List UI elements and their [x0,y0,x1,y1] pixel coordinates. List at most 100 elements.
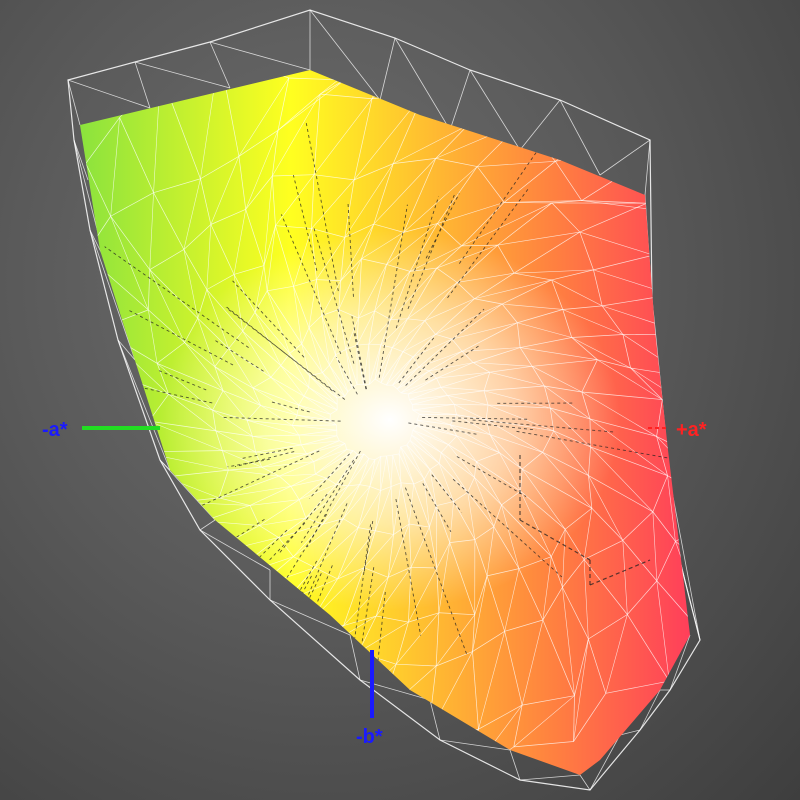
gamut-scene: -a* +a* -b* [0,9,791,791]
mesh-diag-edge [688,333,690,390]
mesh-ring-edge [107,438,119,475]
mesh-spoke-edge [688,376,690,390]
mesh-ring-edge [675,137,682,213]
mesh-spoke-edge [291,729,329,775]
mesh-spoke-edge [96,562,168,585]
mesh-spoke-edge [15,302,34,332]
mesh-ring-edge [763,442,775,492]
cage-strut [599,139,651,176]
mesh-ring-edge [178,501,204,522]
mesh-ring-edge [19,376,40,422]
mesh-ring-edge [92,328,100,367]
gamut-3d-viewport[interactable]: -a* +a* -b* [0,0,800,800]
neg-a-axis-label: -a* [42,419,68,441]
mesh-spoke-edge [522,79,576,122]
mesh-ring-edge [722,245,765,285]
mesh-spoke-edge [129,700,180,724]
mesh-spoke-edge [118,437,140,453]
mesh-ring-edge [80,644,82,692]
mesh-spoke-edge [190,711,232,733]
mesh-spoke-edge [667,475,690,512]
mesh-diag-edge [233,729,329,773]
mesh-hidden-edge [263,573,322,695]
mesh-diag-edge [328,663,397,731]
mesh-ring-edge [653,254,673,295]
mesh-ring-edge [465,28,522,52]
mesh-spoke-edge [321,625,344,650]
mesh-ring-edge [80,691,130,724]
mesh-spoke-edge [80,293,100,330]
mesh-ring-edge [257,586,285,603]
mesh-ring-edge [80,163,87,208]
mesh-spoke-edge [708,417,775,442]
mesh-spoke-edge [80,618,126,645]
cage-strut [209,41,231,89]
mesh-spoke-edge [377,664,397,718]
mesh-diag-edge [646,202,690,246]
mesh-spoke-edge [0,450,58,464]
mesh-ring-edge [92,366,115,405]
mesh-ring-edge [407,778,466,780]
mesh-ring-edge [244,639,277,666]
mesh-ring-edge [208,623,245,641]
mesh-diag-edge [190,699,288,733]
mesh-diag-edge [705,460,788,555]
mesh-spoke-edge [688,333,690,344]
mesh-diag-edge [34,257,37,332]
mesh-spoke-edge [728,511,787,555]
mesh-ring-edge [371,92,424,100]
mesh-spoke-edge [0,502,45,510]
mesh-spoke-edge [662,399,690,418]
mesh-diag-edge [671,294,690,344]
neg-b-axis-label: -b* [356,726,383,748]
mesh-spoke-edge [423,70,465,94]
mesh-diag-edge [129,711,232,724]
mesh-diag-edge [167,586,258,612]
cage-strut [644,139,651,196]
mesh-spoke-edge [108,473,165,478]
mesh-ring-edge [350,774,408,775]
mesh-ring-edge [284,601,312,621]
mesh-spoke-edge [126,501,180,507]
mesh-diag-edge [0,343,40,422]
mesh-spoke-edge [80,376,114,406]
cage-strut [579,774,591,791]
mesh-ring-edge [775,389,791,442]
mesh-ring-edge [15,257,38,302]
mesh-ring-edge [575,79,621,119]
mesh-ring-edge [45,510,63,551]
mesh-ring-edge [746,285,764,344]
cage-strut [349,634,361,681]
mesh-spoke-edge [328,652,359,731]
mesh-ring-edge [113,404,119,439]
mesh-diag-edge [286,651,359,700]
mesh-diag-edge [84,254,100,329]
mesh-ring-edge [234,771,292,775]
mesh-spoke-edge [125,610,168,620]
mesh-ring-edge [275,648,322,666]
mesh-spoke-edge [179,639,245,701]
mesh-ring-edge [402,28,465,29]
mesh-diag-edge [80,691,180,701]
mesh-spoke-edge [0,343,19,376]
cage-strut [379,37,396,101]
mesh-ring-edge [19,332,34,376]
mesh-hidden-edge [230,575,312,730]
mesh-spoke-edge [80,658,150,692]
mesh-ring-edge [190,731,235,773]
mesh-diag-edge [371,70,465,99]
mesh-spoke-edge [230,665,277,712]
mesh-diag-edge [275,625,344,666]
mesh-ring-edge [687,376,690,418]
mesh-diag-edge [208,601,285,625]
mesh-ring-edge [34,294,62,333]
mesh-ring-edge [675,510,690,542]
mesh-diag-edge [135,540,204,557]
mesh-spoke-edge [80,331,93,367]
mesh-spoke-edge [671,284,690,296]
mesh-ring-edge [377,717,429,736]
mesh-diag-edge [708,417,763,492]
cage-strut [519,774,581,781]
cage-strut [67,79,151,109]
mesh-diag-edge [80,331,115,405]
